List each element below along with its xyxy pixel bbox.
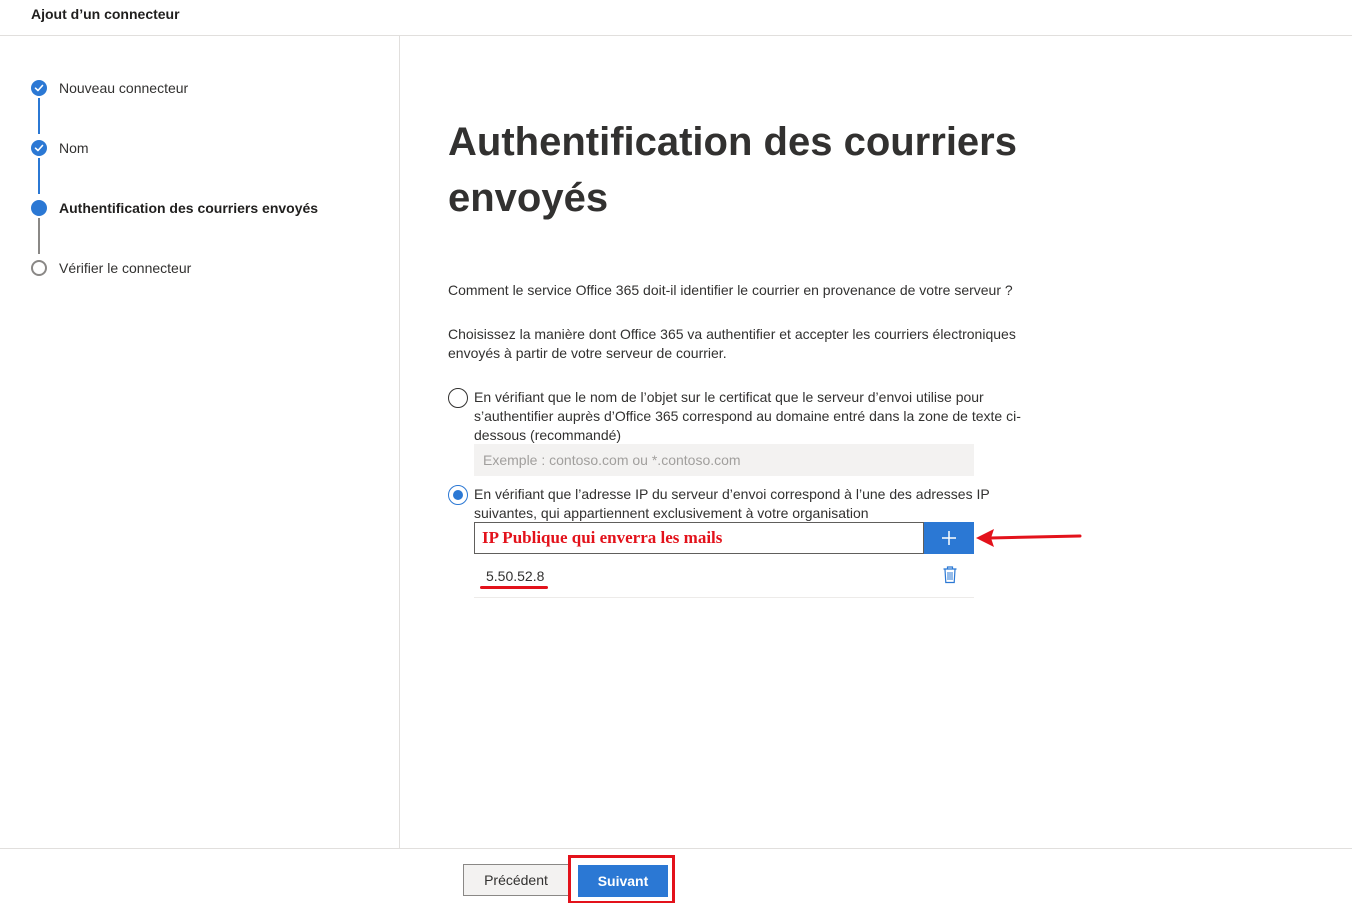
radio-ip[interactable] bbox=[448, 485, 468, 505]
step-authentication: Authentification des courriers envoyés bbox=[31, 198, 318, 218]
step-label: Authentification des courriers envoyés bbox=[59, 200, 319, 216]
add-ip-button[interactable] bbox=[924, 522, 974, 554]
ip-list-item: 5.50.52.8 bbox=[474, 562, 974, 598]
current-step-dot-icon bbox=[31, 200, 47, 216]
option-certificate[interactable]: En vérifiant que le nom de l’objet sur l… bbox=[448, 388, 1048, 445]
previous-button[interactable]: Précédent bbox=[463, 864, 569, 896]
panel-title: Ajout d’un connecteur bbox=[31, 6, 180, 22]
step-new-connector: Nouveau connecteur bbox=[31, 78, 188, 98]
step-label: Vérifier le connecteur bbox=[59, 260, 192, 276]
instruction-text: Choisissez la manière dont Office 365 va… bbox=[448, 326, 1016, 361]
step-connector-line bbox=[38, 158, 40, 194]
top-bar: Ajout d’un connecteur bbox=[0, 0, 1352, 36]
next-button[interactable]: Suivant bbox=[578, 865, 668, 897]
annotation-underline bbox=[480, 586, 548, 589]
step-connector-line bbox=[38, 98, 40, 134]
step-label: Nouveau connecteur bbox=[59, 80, 189, 96]
plus-icon bbox=[942, 531, 956, 545]
footer-bar: Précédent Suivant bbox=[0, 848, 1352, 903]
trash-icon[interactable] bbox=[942, 566, 958, 584]
checkmark-icon bbox=[31, 140, 47, 156]
domain-input[interactable] bbox=[474, 444, 974, 476]
ip-address-input[interactable] bbox=[474, 522, 924, 554]
ip-address-value: 5.50.52.8 bbox=[486, 568, 545, 584]
annotation-highlight-box: Suivant bbox=[568, 855, 675, 903]
wizard-steps: Nouveau connecteur Nom Authentification … bbox=[0, 36, 400, 848]
pending-step-circle-icon bbox=[31, 260, 47, 276]
page-title: Authentification des courriers envoyés bbox=[448, 120, 1017, 220]
checkmark-icon bbox=[31, 80, 47, 96]
step-verify: Vérifier le connecteur bbox=[31, 258, 191, 278]
step-connector-line bbox=[38, 218, 40, 254]
option-certificate-label: En vérifiant que le nom de l’objet sur l… bbox=[474, 389, 1021, 443]
annotation-arrow-icon bbox=[976, 529, 1082, 547]
option-ip-label: En vérifiant que l’adresse IP du serveur… bbox=[474, 486, 990, 521]
radio-certificate[interactable] bbox=[448, 388, 468, 408]
step-label: Nom bbox=[59, 140, 89, 156]
option-ip[interactable]: En vérifiant que l’adresse IP du serveur… bbox=[448, 485, 1048, 523]
step-name: Nom bbox=[31, 138, 89, 158]
question-text: Comment le service Office 365 doit-il id… bbox=[448, 282, 1013, 298]
